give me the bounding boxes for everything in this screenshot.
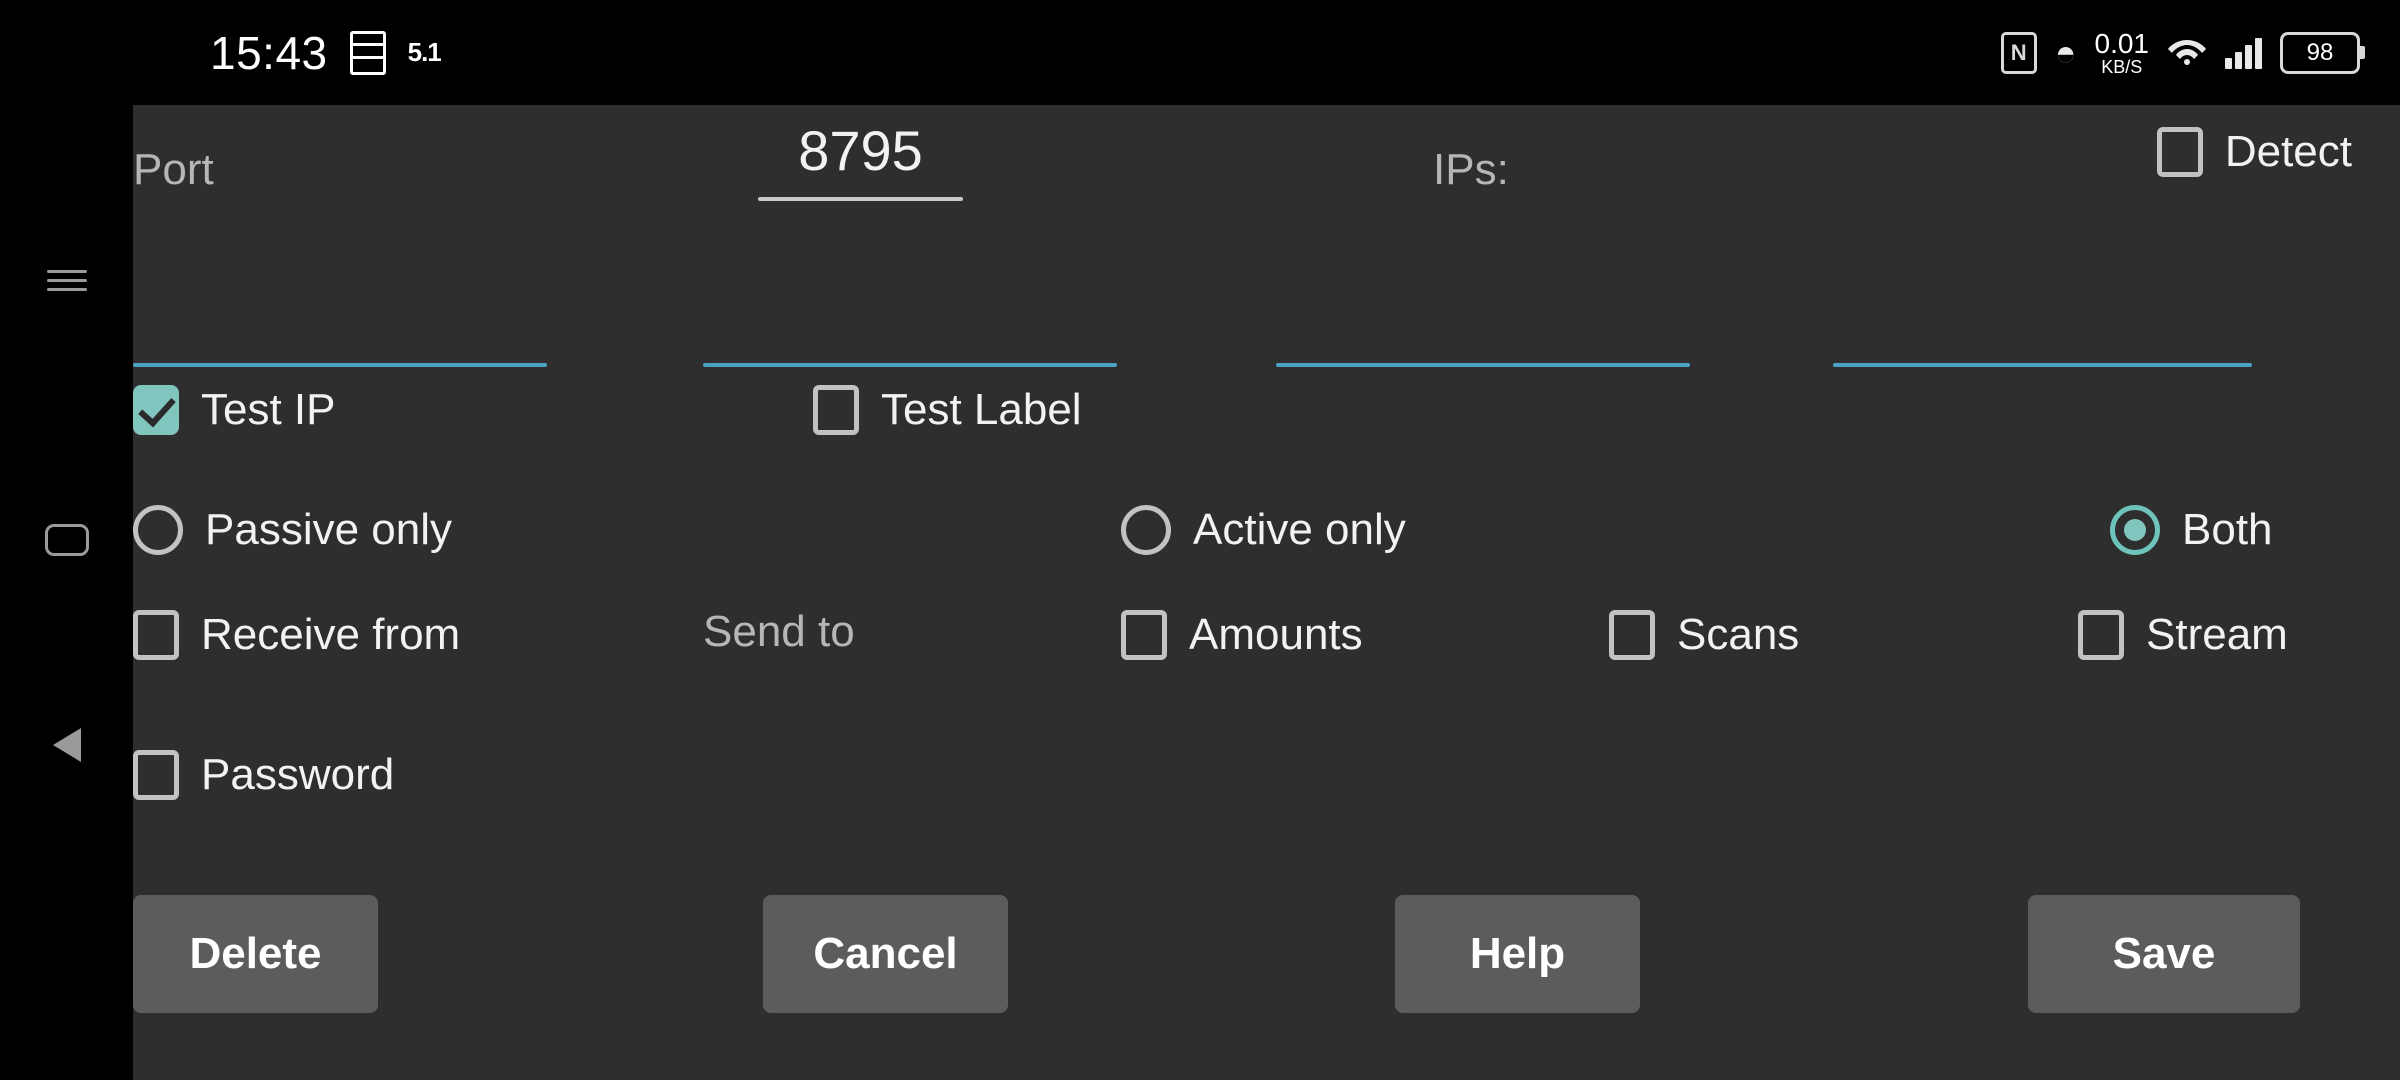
signal-strength-icon (2225, 37, 2262, 69)
action-buttons-row: Delete Cancel Help Save (133, 895, 2400, 1035)
home-button[interactable] (0, 490, 133, 590)
send-to-label-wrap: Send to (703, 610, 855, 654)
input-field-2-underline[interactable] (703, 363, 1117, 367)
radio-passive-only[interactable]: Passive only (133, 505, 452, 555)
back-button[interactable] (0, 695, 133, 795)
detect-label: Detect (2224, 127, 2352, 176)
status-bar-right: N ◓ 0.01 KB/S 98 (2000, 0, 2365, 105)
flags-row: Receive from Send to Amounts Scans Strea… (133, 610, 2400, 710)
status-bar: 15:43 5.1 N ◓ 0.01 KB/S 98 (0, 0, 2400, 105)
receive-from-checkbox[interactable]: Receive from (133, 610, 460, 660)
recents-button[interactable] (0, 230, 133, 330)
save-button[interactable]: Save (2028, 895, 2300, 1013)
version-indicator: 5.1 (407, 37, 442, 67)
radio-active-only-label: Active only (1193, 505, 1406, 554)
navigation-bar (0, 105, 133, 1080)
radio-passive-only-label: Passive only (205, 505, 453, 554)
radio-both-circle[interactable] (2110, 505, 2160, 555)
port-input-underline (758, 197, 963, 201)
network-speed-unit: KB/S (2101, 56, 2143, 77)
test-label-checkbox-box[interactable] (813, 385, 859, 435)
detect-checkbox-box[interactable] (2156, 127, 2203, 177)
battery-level: 98 (2306, 38, 2334, 66)
password-row: Password (133, 750, 2400, 850)
input-field-4-underline[interactable] (1833, 363, 2252, 367)
nfc-glyph: N (2010, 39, 2027, 65)
cancel-button[interactable]: Cancel (763, 895, 1008, 1013)
input-field-3-underline[interactable] (1276, 363, 1690, 367)
settings-panel: Port 8795 IPs: Detect Test IP Test Label… (133, 105, 2400, 1080)
test-label-checkbox[interactable]: Test Label (813, 385, 1082, 435)
scans-label: Scans (1677, 610, 1800, 659)
wifi-icon (2167, 34, 2207, 72)
amounts-checkbox[interactable]: Amounts (1121, 610, 1363, 660)
network-speed-indicator: 0.01 KB/S (2094, 27, 2150, 77)
password-checkbox-box[interactable] (133, 750, 179, 800)
port-label: Port (133, 145, 214, 194)
scans-checkbox-box[interactable] (1609, 610, 1655, 660)
test-label-label: Test Label (881, 385, 1082, 434)
nfc-icon: N (2000, 31, 2037, 74)
radio-active-only-circle[interactable] (1121, 505, 1171, 555)
radio-both-label: Both (2182, 505, 2273, 554)
mode-radio-group: Passive only Active only Both (133, 505, 2400, 605)
clock: 15:43 (210, 26, 328, 79)
bluetooth-icon: ◓ (2054, 31, 2077, 73)
receive-from-label: Receive from (201, 610, 461, 659)
recents-icon (46, 264, 87, 297)
radio-both[interactable]: Both (2110, 505, 2273, 555)
radio-active-only[interactable]: Active only (1121, 505, 1406, 555)
radio-passive-only-circle[interactable] (133, 505, 183, 555)
status-bar-left: 15:43 5.1 (210, 0, 442, 105)
network-speed-value: 0.01 (2094, 27, 2150, 59)
password-checkbox[interactable]: Password (133, 750, 394, 800)
scans-checkbox[interactable]: Scans (1609, 610, 1799, 660)
back-icon (52, 728, 81, 762)
send-to-label: Send to (703, 607, 855, 656)
help-button[interactable]: Help (1395, 895, 1640, 1013)
detect-checkbox[interactable]: Detect (2156, 127, 2352, 177)
stream-label: Stream (2146, 610, 2288, 659)
amounts-checkbox-box[interactable] (1121, 610, 1167, 660)
port-input[interactable]: 8795 (758, 123, 963, 201)
stream-checkbox-box[interactable] (2078, 610, 2124, 660)
test-ip-checkbox-box[interactable] (133, 385, 179, 435)
document-icon (349, 30, 386, 75)
ips-label: IPs: (1433, 145, 1509, 194)
test-options-row: Test IP Test Label (133, 385, 2400, 485)
test-ip-label: Test IP (201, 385, 336, 434)
port-value: 8795 (798, 119, 923, 182)
home-icon (44, 524, 89, 556)
input-field-1-underline[interactable] (133, 363, 547, 367)
delete-button[interactable]: Delete (133, 895, 378, 1013)
phone-screen: 15:43 5.1 N ◓ 0.01 KB/S 98 Port 8795 IPs… (0, 0, 2400, 1080)
password-label: Password (201, 750, 395, 799)
connection-header-row: Port 8795 IPs: Detect (133, 105, 2400, 235)
stream-checkbox[interactable]: Stream (2078, 610, 2288, 660)
amounts-label: Amounts (1189, 610, 1363, 659)
input-fields-row (133, 235, 2400, 385)
test-ip-checkbox[interactable]: Test IP (133, 385, 336, 435)
receive-from-checkbox-box[interactable] (133, 610, 179, 660)
battery-icon: 98 (2280, 31, 2365, 74)
